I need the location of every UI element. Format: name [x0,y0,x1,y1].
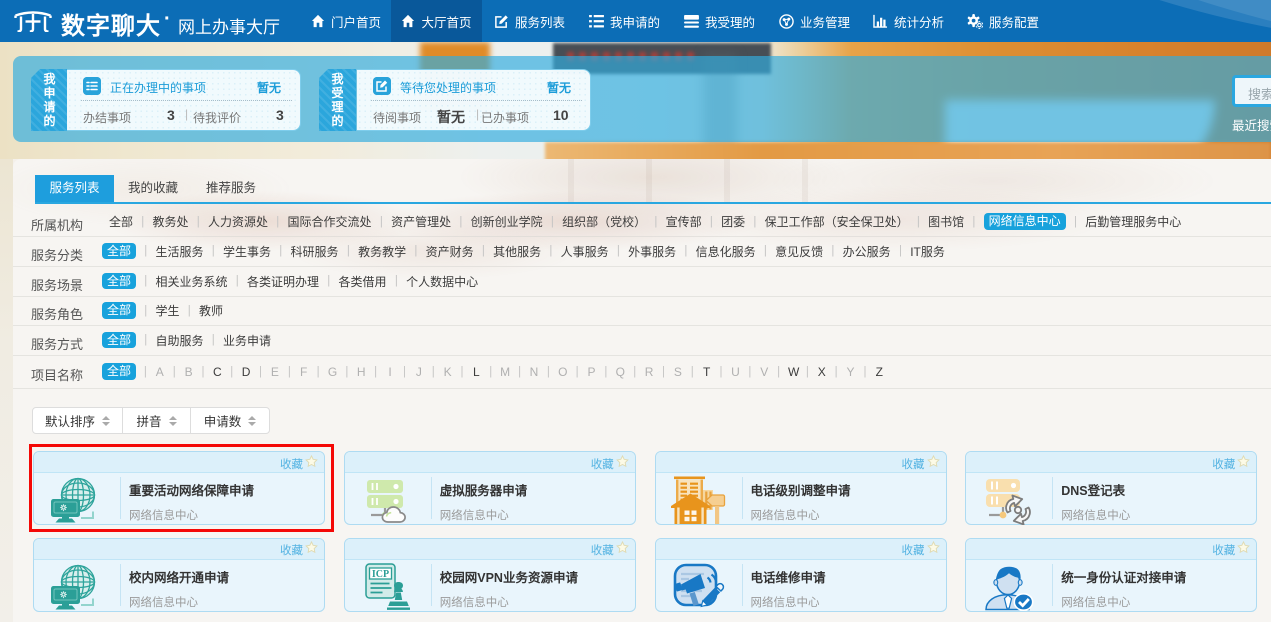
svg-text:ICP: ICP [372,569,389,580]
